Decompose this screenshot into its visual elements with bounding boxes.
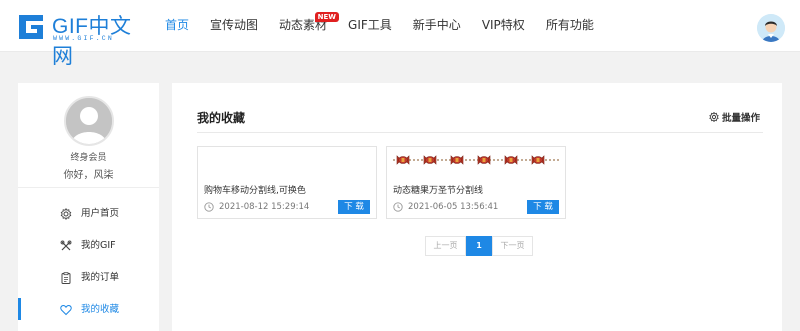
sidebar-item-my-favorites[interactable]: 我的收藏 [18, 295, 159, 327]
prev-page-button[interactable]: 上一页 [425, 236, 466, 256]
download-button[interactable]: 下 载 [338, 200, 370, 214]
sidebar-item-label: 我的订单 [81, 272, 120, 283]
clock-icon [393, 202, 403, 212]
settings-icon [709, 112, 719, 122]
sidebar-item-label: 我的收藏 [81, 304, 120, 315]
logo-icon [19, 15, 43, 39]
site-logo[interactable]: GIF中文网 WWW.GIF.CN [16, 10, 146, 68]
card-thumbnail[interactable] [198, 147, 376, 173]
card-date-text: 2021-06-05 13:56:41 [408, 202, 499, 212]
sidebar-divider [18, 187, 159, 188]
download-button[interactable]: 下 载 [527, 200, 559, 214]
greeting: 你好，风柒 [63, 170, 114, 181]
default-avatar-icon [66, 98, 112, 144]
nav-beginner-center[interactable]: 新手中心 [413, 0, 461, 52]
gear-icon [60, 208, 72, 220]
card-date: 2021-08-12 15:29:14 [204, 202, 309, 212]
card-date: 2021-06-05 13:56:41 [393, 202, 498, 212]
new-badge: NEW [314, 12, 340, 22]
tools-icon [60, 240, 72, 251]
page-number-current[interactable]: 1 [466, 236, 492, 256]
clock-icon [204, 202, 214, 212]
user-avatar[interactable] [757, 14, 785, 42]
favorites-panel: 我的收藏 批量操作 购物车移动分割线,可换色 2021-08-12 15:29:… [172, 83, 782, 331]
nav-vip[interactable]: VIP特权 [482, 0, 525, 52]
user-avatar-icon [757, 14, 785, 42]
sidebar-item-user-home[interactable]: 用户首页 [18, 199, 159, 231]
pagination: 上一页 1 下一页 [425, 236, 533, 256]
user-sidebar: 终身会员 你好，风柒 用户首页 我的GIF 我的订单 我的收藏 [18, 83, 159, 331]
sidebar-item-my-gif[interactable]: 我的GIF [18, 231, 159, 263]
favorite-card[interactable]: 购物车移动分割线,可换色 2021-08-12 15:29:14 下 载 [197, 146, 377, 219]
member-type: 终身会员 [70, 153, 107, 163]
nav-animated-assets[interactable]: 动态素材 NEW [279, 0, 340, 52]
card-date-text: 2021-08-12 15:29:14 [219, 202, 310, 212]
next-page-button[interactable]: 下一页 [492, 236, 533, 256]
batch-operation-label: 批量操作 [721, 113, 760, 124]
nav-home[interactable]: 首页 [165, 0, 189, 52]
sidebar-menu: 用户首页 我的GIF 我的订单 我的收藏 [18, 199, 159, 327]
card-title[interactable]: 动态糖果万圣节分割线 [393, 183, 483, 196]
title-divider [197, 132, 763, 133]
batch-operation-button[interactable]: 批量操作 [709, 110, 760, 124]
top-header: GIF中文网 WWW.GIF.CN 首页 宣传动图 动态素材 NEW GIF工具… [0, 0, 800, 68]
sidebar-item-label: 用户首页 [81, 208, 120, 219]
card-thumbnail[interactable] [387, 147, 565, 173]
card-title[interactable]: 购物车移动分割线,可换色 [204, 183, 306, 196]
page-title: 我的收藏 [197, 111, 246, 125]
heart-icon [60, 304, 72, 316]
profile-avatar[interactable] [64, 96, 114, 146]
favorite-card[interactable]: 动态糖果万圣节分割线 2021-06-05 13:56:41 下 载 [386, 146, 566, 219]
candy-divider-image [393, 155, 559, 165]
nav-promo-gifs[interactable]: 宣传动图 [210, 0, 258, 52]
sidebar-item-label: 我的GIF [81, 240, 116, 251]
nav-all-features[interactable]: 所有功能 [546, 0, 594, 52]
clipboard-icon [61, 272, 71, 284]
nav-gif-tools[interactable]: GIF工具 [348, 0, 392, 52]
logo-subtitle: WWW.GIF.CN [53, 35, 115, 42]
main-nav: 首页 宣传动图 动态素材 NEW GIF工具 新手中心 VIP特权 所有功能 [165, 0, 615, 52]
sidebar-item-my-orders[interactable]: 我的订单 [18, 263, 159, 295]
